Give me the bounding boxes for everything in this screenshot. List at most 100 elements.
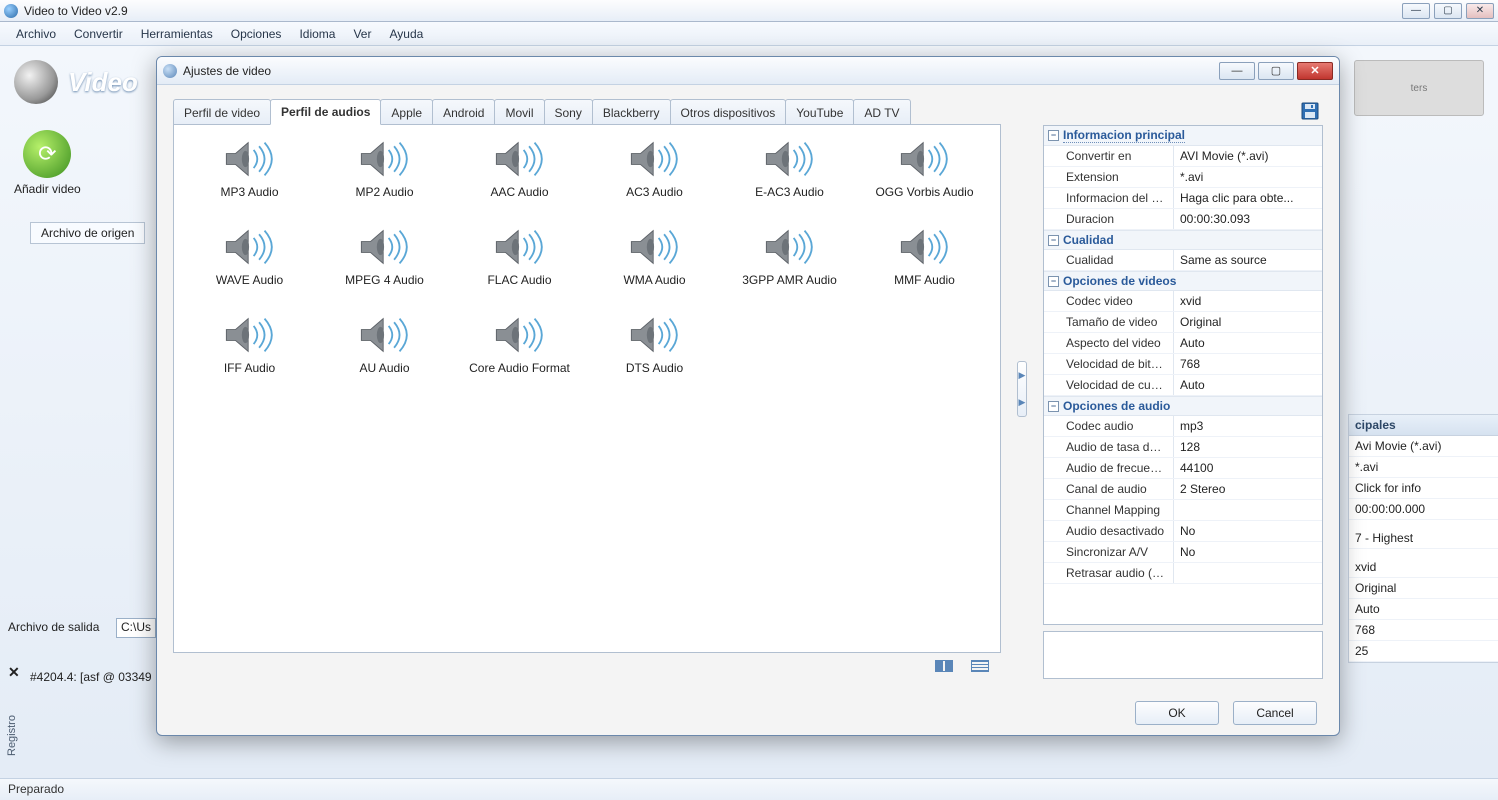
property-row[interactable]: Audio de tasa de bits128 [1044,437,1322,458]
formats-grid[interactable]: MP3 AudioMP2 AudioAAC AudioAC3 AudioE-AC… [173,124,1001,653]
property-value[interactable]: Auto [1174,333,1322,353]
format-item[interactable]: Core Audio Format [452,315,587,375]
tab-perfil-audios[interactable]: Perfil de audios [270,99,381,125]
property-value[interactable]: Same as source [1174,250,1322,270]
property-value[interactable]: 768 [1174,354,1322,374]
tab-blackberry[interactable]: Blackberry [592,99,671,125]
close-log-icon[interactable]: ✕ [8,664,20,681]
tab-adtv[interactable]: AD TV [853,99,910,125]
log-line: #4204.4: [asf @ 03349 [30,670,152,684]
output-file-input[interactable]: C:\Us [116,618,156,638]
menu-opciones[interactable]: Opciones [223,24,290,44]
large-icons-view-icon[interactable] [935,660,953,672]
property-group-header[interactable]: −Opciones de audio [1044,396,1322,416]
minimize-button[interactable]: — [1402,3,1430,19]
format-item[interactable]: OGG Vorbis Audio [857,139,992,199]
format-item[interactable]: DTS Audio [587,315,722,375]
property-value[interactable]: Auto [1174,375,1322,395]
menu-idioma[interactable]: Idioma [291,24,343,44]
property-row[interactable]: Extension*.avi [1044,167,1322,188]
property-value[interactable]: mp3 [1174,416,1322,436]
speaker-icon [492,315,548,355]
maximize-button[interactable]: ▢ [1434,3,1462,19]
format-item[interactable]: AU Audio [317,315,452,375]
property-row[interactable]: Retrasar audio (sec) [1044,563,1322,584]
tab-sony[interactable]: Sony [544,99,593,125]
property-value[interactable] [1174,563,1322,583]
property-value[interactable]: 2 Stereo [1174,479,1322,499]
property-value[interactable]: No [1174,521,1322,541]
property-row[interactable]: Duracion00:00:30.093 [1044,209,1322,230]
property-row[interactable]: Convertir enAVI Movie (*.avi) [1044,146,1322,167]
property-group-header[interactable]: −Opciones de videos [1044,271,1322,291]
dialog-maximize-button[interactable]: ▢ [1258,62,1294,80]
splitter[interactable]: ▶▶ [1015,99,1029,679]
tab-youtube[interactable]: YouTube [785,99,854,125]
format-item[interactable]: FLAC Audio [452,227,587,287]
format-item[interactable]: MP2 Audio [317,139,452,199]
collapse-icon[interactable]: − [1048,130,1059,141]
property-row[interactable]: Tamaño de videoOriginal [1044,312,1322,333]
format-item[interactable]: MMF Audio [857,227,992,287]
format-item[interactable]: MPEG 4 Audio [317,227,452,287]
dialog-close-button[interactable]: ✕ [1297,62,1333,80]
property-row[interactable]: Canal de audio2 Stereo [1044,479,1322,500]
property-row[interactable]: Velocidad de cuadr...Auto [1044,375,1322,396]
collapse-icon[interactable]: − [1048,401,1059,412]
property-row[interactable]: Codec audiomp3 [1044,416,1322,437]
property-value[interactable] [1174,500,1322,520]
tab-movil[interactable]: Movil [494,99,544,125]
menu-convertir[interactable]: Convertir [66,24,131,44]
tab-otros-dispositivos[interactable]: Otros dispositivos [670,99,787,125]
property-value[interactable]: 00:00:30.093 [1174,209,1322,229]
property-row[interactable]: Audio desactivadoNo [1044,521,1322,542]
property-row[interactable]: Audio de frecuenci...44100 [1044,458,1322,479]
collapse-icon[interactable]: − [1048,235,1059,246]
property-value[interactable]: xvid [1174,291,1322,311]
tab-perfil-video[interactable]: Perfil de video [173,99,271,125]
cancel-button[interactable]: Cancel [1233,701,1317,725]
side-row: Auto [1349,599,1498,620]
property-row[interactable]: Velocidad de bits d...768 [1044,354,1322,375]
property-value[interactable]: 128 [1174,437,1322,457]
property-row[interactable]: Sincronizar A/VNo [1044,542,1322,563]
property-row[interactable]: Codec videoxvid [1044,291,1322,312]
property-row[interactable]: Aspecto del videoAuto [1044,333,1322,354]
property-value[interactable]: 44100 [1174,458,1322,478]
list-view-icon[interactable] [971,660,989,672]
property-group-header[interactable]: −Informacion principal [1044,126,1322,146]
property-grid[interactable]: −Informacion principalConvertir enAVI Mo… [1043,125,1323,625]
format-item[interactable]: AC3 Audio [587,139,722,199]
ok-button[interactable]: OK [1135,701,1219,725]
property-row[interactable]: Informacion del arc...Haga clic para obt… [1044,188,1322,209]
collapse-icon[interactable]: − [1048,276,1059,287]
registro-tab[interactable]: Registro [0,686,24,786]
dialog-minimize-button[interactable]: — [1219,62,1255,80]
format-item[interactable]: IFF Audio [182,315,317,375]
format-item[interactable]: WAVE Audio [182,227,317,287]
format-item[interactable]: AAC Audio [452,139,587,199]
close-button[interactable]: ✕ [1466,3,1494,19]
menu-ver[interactable]: Ver [345,24,379,44]
menu-herramientas[interactable]: Herramientas [133,24,221,44]
format-item[interactable]: MP3 Audio [182,139,317,199]
source-file-header[interactable]: Archivo de origen [30,222,145,244]
save-icon[interactable] [1301,102,1319,123]
property-value[interactable]: Haga clic para obte... [1174,188,1322,208]
tab-android[interactable]: Android [432,99,495,125]
menu-archivo[interactable]: Archivo [8,24,64,44]
property-value[interactable]: *.avi [1174,167,1322,187]
format-item[interactable]: 3GPP AMR Audio [722,227,857,287]
property-row[interactable]: CualidadSame as source [1044,250,1322,271]
format-item[interactable]: WMA Audio [587,227,722,287]
add-video-button[interactable]: Añadir video [14,130,81,196]
format-item[interactable]: E-AC3 Audio [722,139,857,199]
property-value[interactable]: Original [1174,312,1322,332]
tab-apple[interactable]: Apple [380,99,433,125]
property-group-header[interactable]: −Cualidad [1044,230,1322,250]
property-row[interactable]: Channel Mapping [1044,500,1322,521]
dialog-titlebar[interactable]: Ajustes de video — ▢ ✕ [157,57,1339,85]
property-value[interactable]: No [1174,542,1322,562]
property-value[interactable]: AVI Movie (*.avi) [1174,146,1322,166]
menu-ayuda[interactable]: Ayuda [381,24,431,44]
